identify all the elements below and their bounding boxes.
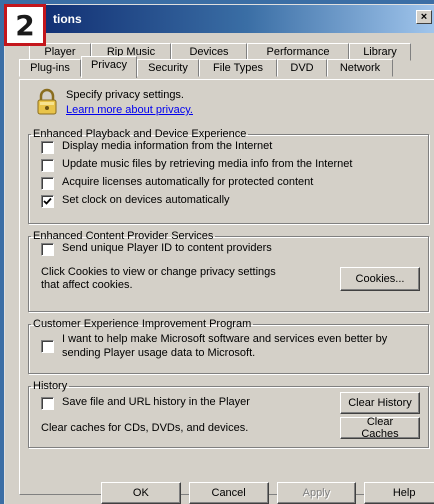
ok-button[interactable]: OK bbox=[101, 482, 181, 504]
window-title: tions bbox=[53, 12, 82, 26]
acquire-licenses-label: Acquire licenses automatically for prote… bbox=[62, 176, 314, 188]
history-group: History Save file and URL history in the… bbox=[28, 380, 429, 448]
ceip-legend: Customer Experience Improvement Program bbox=[33, 318, 252, 330]
ceip-label-line-2: sending Player usage data to Microsoft. bbox=[62, 347, 256, 359]
save-history-option[interactable]: Save file and URL history in the Player bbox=[41, 396, 250, 410]
set-clock-checkbox[interactable] bbox=[41, 195, 54, 208]
clear-caches-description: Clear caches for CDs, DVDs, and devices. bbox=[41, 422, 249, 434]
privacy-header: Specify privacy settings. Learn more abo… bbox=[28, 80, 429, 122]
set-clock-option[interactable]: Set clock on devices automatically bbox=[41, 194, 420, 212]
tab-strip: Player Rip Music Devices Performance Lib… bbox=[19, 39, 434, 79]
ceip-option[interactable]: I want to help make Microsoft software a… bbox=[41, 330, 420, 360]
ceip-label: I want to help make Microsoft software a… bbox=[62, 332, 387, 360]
tab-privacy[interactable]: Privacy bbox=[81, 56, 137, 78]
title-bar: tions × bbox=[5, 5, 434, 33]
display-media-info-checkbox[interactable] bbox=[41, 141, 54, 154]
cookies-text-line-1: Click Cookies to view or change privacy … bbox=[41, 266, 276, 278]
tab-security[interactable]: Security bbox=[137, 59, 199, 77]
options-dialog: tions × Player Rip Music Devices Perform… bbox=[4, 4, 434, 504]
step-number-badge: 2 bbox=[4, 4, 46, 46]
tab-network[interactable]: Network bbox=[327, 59, 393, 77]
history-row: Save file and URL history in the Player … bbox=[41, 392, 420, 414]
tab-plug-ins[interactable]: Plug-ins bbox=[19, 59, 81, 77]
cookies-description: Click Cookies to view or change privacy … bbox=[41, 266, 276, 292]
ceip-group: Customer Experience Improvement Program … bbox=[28, 318, 429, 374]
privacy-panel: Specify privacy settings. Learn more abo… bbox=[19, 79, 434, 495]
close-icon: × bbox=[420, 10, 428, 23]
dialog-buttons: OK Cancel Apply Help bbox=[5, 482, 434, 504]
send-player-id-label: Send unique Player ID to content provide… bbox=[62, 242, 272, 254]
ceip-label-line-1: I want to help make Microsoft software a… bbox=[62, 333, 388, 345]
tab-dvd[interactable]: DVD bbox=[277, 59, 327, 77]
privacy-heading: Specify privacy settings. bbox=[66, 89, 184, 101]
save-history-checkbox[interactable] bbox=[41, 397, 54, 410]
cookies-text-line-2: that affect cookies. bbox=[41, 279, 133, 291]
cookies-button[interactable]: Cookies... bbox=[340, 267, 420, 291]
update-music-files-option[interactable]: Update music files by retrieving media i… bbox=[41, 158, 420, 176]
tab-row-front: Plug-ins Privacy Security File Types DVD… bbox=[19, 56, 434, 78]
display-media-info-label: Display media information from the Inter… bbox=[62, 140, 273, 152]
cancel-button[interactable]: Cancel bbox=[188, 482, 269, 504]
history-legend: History bbox=[33, 380, 68, 392]
tab-file-types[interactable]: File Types bbox=[199, 59, 277, 77]
update-music-files-checkbox[interactable] bbox=[41, 159, 54, 172]
cookies-row: Click Cookies to view or change privacy … bbox=[41, 266, 420, 292]
update-music-files-label: Update music files by retrieving media i… bbox=[62, 158, 353, 170]
acquire-licenses-option[interactable]: Acquire licenses automatically for prote… bbox=[41, 176, 420, 194]
clear-caches-button[interactable]: Clear Caches bbox=[340, 416, 420, 440]
content-provider-group: Enhanced Content Provider Services Send … bbox=[28, 230, 429, 312]
learn-more-privacy-link[interactable]: Learn more about privacy. bbox=[66, 103, 193, 118]
enhanced-playback-group: Enhanced Playback and Device Experience … bbox=[28, 128, 429, 224]
caches-row: Clear caches for CDs, DVDs, and devices.… bbox=[41, 416, 420, 440]
checkmark-icon bbox=[43, 197, 52, 205]
help-button[interactable]: Help bbox=[364, 482, 434, 504]
send-player-id-checkbox[interactable] bbox=[41, 243, 54, 256]
display-media-info-option[interactable]: Display media information from the Inter… bbox=[41, 140, 420, 158]
apply-button[interactable]: Apply bbox=[276, 482, 357, 504]
lock-icon bbox=[37, 88, 57, 115]
set-clock-label: Set clock on devices automatically bbox=[62, 194, 230, 206]
content-provider-legend: Enhanced Content Provider Services bbox=[33, 230, 214, 242]
acquire-licenses-checkbox[interactable] bbox=[41, 177, 54, 190]
save-history-label: Save file and URL history in the Player bbox=[62, 396, 250, 408]
ceip-checkbox[interactable] bbox=[41, 340, 54, 353]
send-player-id-option[interactable]: Send unique Player ID to content provide… bbox=[41, 242, 420, 260]
close-button[interactable]: × bbox=[416, 10, 432, 24]
clear-history-button[interactable]: Clear History bbox=[340, 392, 420, 414]
step-number: 2 bbox=[15, 8, 35, 42]
enhanced-playback-legend: Enhanced Playback and Device Experience bbox=[33, 128, 247, 140]
